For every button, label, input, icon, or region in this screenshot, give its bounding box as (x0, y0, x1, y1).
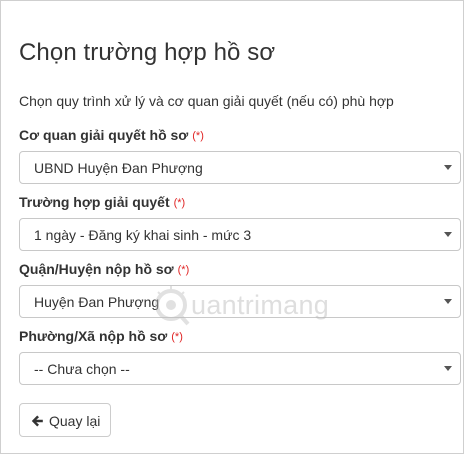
case-label-text: Trường hợp giải quyết (19, 194, 170, 210)
page-subtitle: Chọn quy trình xử lý và cơ quan giải quy… (19, 93, 394, 109)
watermark-logo-icon (155, 286, 190, 326)
watermark-text: uantrimang (191, 290, 330, 320)
caret-down-icon (444, 299, 452, 304)
agency-select[interactable]: UBND Huyện Đan Phượng (19, 151, 461, 184)
required-mark: (*) (171, 331, 183, 343)
caret-down-icon (444, 165, 452, 170)
case-select[interactable]: 1 ngày - Đăng ký khai sinh - mức 3 (19, 218, 461, 251)
page-title: Chọn trường hợp hồ sơ (19, 39, 276, 66)
case-label: Trường hợp giải quyết (*) (19, 194, 185, 210)
ward-label-text: Phường/Xã nộp hồ sơ (19, 328, 168, 344)
case-select-value: 1 ngày - Đăng ký khai sinh - mức 3 (34, 227, 252, 243)
district-select-value: Huyện Đan Phượng (34, 294, 160, 310)
back-button[interactable]: Quay lại (19, 403, 111, 437)
required-mark: (*) (173, 197, 186, 209)
watermark: uantrimang (153, 284, 373, 328)
caret-down-icon (444, 232, 452, 237)
required-mark: (*) (192, 130, 204, 142)
arrow-left-icon (31, 415, 43, 427)
agency-label-text: Cơ quan giải quyết hồ sơ (19, 127, 189, 143)
back-button-label: Quay lại (49, 413, 101, 429)
district-label-text: Quận/Huyện nộp hồ sơ (19, 261, 174, 277)
ward-label: Phường/Xã nộp hồ sơ (*) (19, 328, 183, 344)
agency-label: Cơ quan giải quyết hồ sơ (*) (19, 127, 204, 143)
district-label: Quận/Huyện nộp hồ sơ (*) (19, 261, 189, 277)
form-panel: Chọn trường hợp hồ sơ Chọn quy trình xử … (0, 0, 464, 454)
caret-down-icon (444, 366, 452, 371)
ward-select[interactable]: -- Chưa chọn -- (19, 352, 461, 385)
required-mark: (*) (177, 264, 190, 276)
agency-select-value: UBND Huyện Đan Phượng (34, 160, 203, 176)
ward-select-value: -- Chưa chọn -- (34, 361, 130, 377)
